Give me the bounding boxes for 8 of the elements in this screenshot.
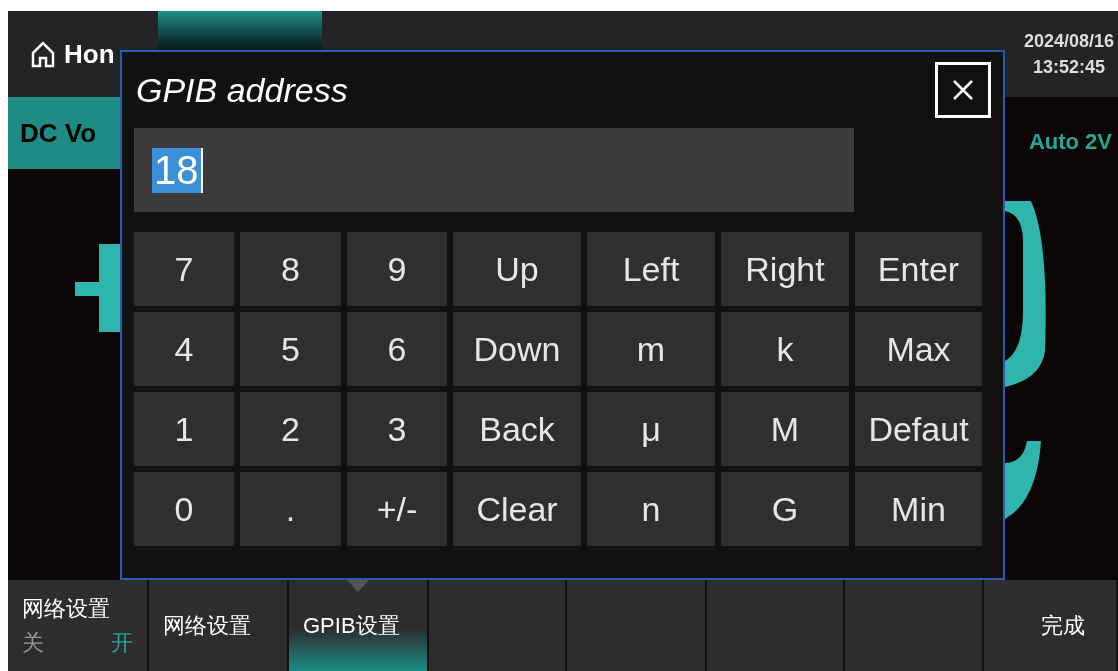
softkey-label: 网络设置 [163, 611, 252, 640]
softkey-label: GPIB设置 [303, 611, 401, 640]
time-text: 13:52:45 [1032, 56, 1105, 79]
date-text: 2024/08/16 [1023, 30, 1114, 53]
softkey-label: 完成 [1041, 611, 1085, 640]
selected-value-text: 18 [152, 147, 203, 193]
range-label: Auto 2V [1028, 129, 1113, 155]
softkey-label: 网络设置 [22, 594, 111, 623]
